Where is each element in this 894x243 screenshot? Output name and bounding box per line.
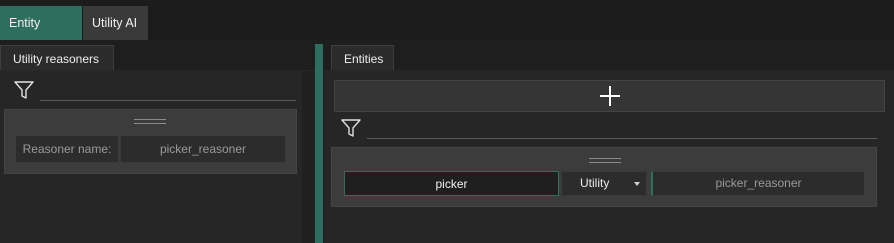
add-entity-button[interactable] xyxy=(334,80,885,112)
entity-type-value: Utility xyxy=(580,176,610,190)
panel-divider[interactable] xyxy=(315,44,323,243)
entity-reasoner-field[interactable]: picker_reasoner xyxy=(651,171,865,196)
left-panel-scrollbar[interactable] xyxy=(302,71,314,243)
entity-name-input[interactable] xyxy=(344,171,559,196)
panel-tab-entities[interactable]: Entities xyxy=(331,45,394,71)
reasoner-card: Reasoner name: picker_reasoner xyxy=(4,109,297,174)
filter-icon[interactable] xyxy=(14,80,34,100)
filter-icon[interactable] xyxy=(341,118,361,138)
drag-handle-icon[interactable] xyxy=(589,158,621,163)
reasoner-filter-input[interactable] xyxy=(40,100,296,101)
drag-handle-icon[interactable] xyxy=(134,119,166,124)
tab-utility-ai[interactable]: Utility AI xyxy=(83,6,148,40)
reasoner-name-field[interactable]: picker_reasoner xyxy=(120,135,286,163)
entity-card: Utility picker_reasoner xyxy=(331,147,877,207)
entity-filter-input[interactable] xyxy=(367,138,877,139)
panel-tab-utility-reasoners[interactable]: Utility reasoners xyxy=(0,45,114,71)
tab-entity-editor[interactable]: Entity Editor xyxy=(0,6,82,64)
top-tab-bar: Entity Editor Utility AI xyxy=(0,0,894,64)
reasoner-name-label: Reasoner name: xyxy=(15,135,119,163)
utility-reasoners-panel: Reasoner name: picker_reasoner xyxy=(0,70,315,243)
chevron-down-icon xyxy=(634,182,640,186)
entity-type-select[interactable]: Utility xyxy=(561,171,647,196)
